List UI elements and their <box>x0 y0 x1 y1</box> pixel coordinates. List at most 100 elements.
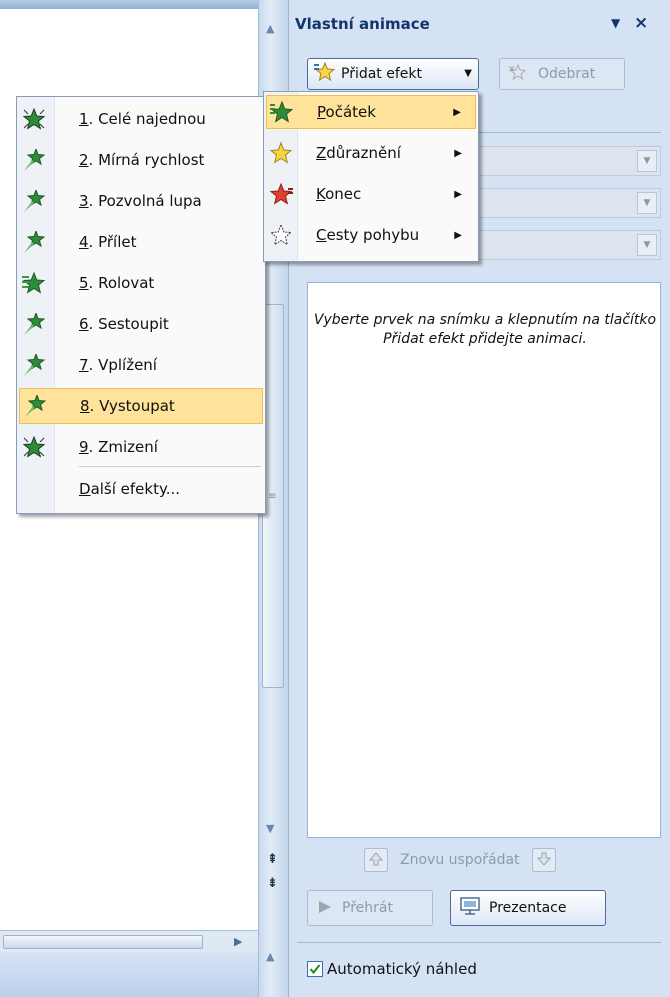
status-area <box>0 952 258 997</box>
menu-item-label: 1. Celé najednou <box>79 110 206 128</box>
menu-item-label: 7. Vplížení <box>79 356 157 374</box>
chevron-down-icon: ▼ <box>464 68 472 79</box>
add-effect-button[interactable]: Přidat efekt ▼ <box>307 58 479 90</box>
submenu-arrow-icon: ▶ <box>454 147 462 159</box>
appear-icon <box>19 436 49 458</box>
reorder-row: Znovu uspořádat <box>364 846 556 874</box>
more-effects-item[interactable]: Další efekty... <box>19 471 263 507</box>
menu-item-label: 5. Rolovat <box>79 274 154 292</box>
fly-star-icon <box>19 190 49 212</box>
horizontal-scrollbar[interactable]: ▶ <box>0 930 258 952</box>
grip-icon: ≡ <box>268 491 277 502</box>
add-effect-star-icon <box>313 61 336 86</box>
menu-item[interactable]: Konec ▶ <box>266 177 476 211</box>
remove-label: Odebrat <box>538 66 596 82</box>
auto-preview-label: Automatický náhled <box>327 960 477 978</box>
accelerator-key: 1 <box>79 110 89 128</box>
accelerator-key: 7 <box>79 356 89 374</box>
menu-item-label: Zdůraznění <box>316 144 401 162</box>
remove-effect-icon: ✕ <box>506 62 530 86</box>
animation-hint: Vyberte prvek na snímku a klepnutím na t… <box>313 312 657 347</box>
fly-star-icon <box>19 313 49 335</box>
menu-item-label: 8. Vystoupat <box>80 397 175 415</box>
effect-types-menu: Počátek ▶ Zdůraznění ▶ Konec ▶ Cesty pohybu ▶ <box>263 91 479 262</box>
menu-item-text: . Vplížení <box>88 356 157 374</box>
accelerator-key: 2 <box>79 151 89 169</box>
menu-item-label: Konec <box>316 185 361 203</box>
menu-item[interactable]: Počátek ▶ <box>266 95 476 129</box>
play-button[interactable]: Přehrát <box>307 890 433 926</box>
accelerator-key: 8 <box>80 397 90 415</box>
accelerator-key: P <box>317 103 326 121</box>
horizontal-scroll-thumb[interactable] <box>3 935 203 949</box>
menu-item[interactable]: Zdůraznění ▶ <box>266 136 476 170</box>
scroll-down-icon[interactable]: ▼ <box>266 822 274 835</box>
menu-item-label: Počátek <box>317 103 376 121</box>
move-up-button[interactable] <box>364 848 388 872</box>
slideshow-button[interactable]: Prezentace <box>450 890 606 926</box>
pane-header: Vlastní animace ▼ × <box>289 12 670 36</box>
accelerator-key: 5 <box>79 274 89 292</box>
pane-options-icon[interactable]: ▼ <box>611 16 620 30</box>
menu-item-label: Další efekty... <box>79 480 180 498</box>
fly-star-icon <box>19 149 49 171</box>
menu-item-label: 6. Sestoupit <box>79 315 169 333</box>
ribbon-edge <box>0 0 258 9</box>
submenu-arrow-icon: ▶ <box>453 106 461 118</box>
exit-star-icon <box>266 183 296 205</box>
menu-item-label: 9. Zmizení <box>79 438 158 456</box>
fly-star-icon <box>20 395 50 417</box>
slideshow-label: Prezentace <box>489 900 567 916</box>
auto-preview-checkbox[interactable]: Automatický náhled <box>307 960 477 978</box>
menu-divider <box>79 466 261 467</box>
checkmark-icon <box>309 960 321 979</box>
chevron-down-icon[interactable]: ▼ <box>637 192 657 214</box>
checkbox[interactable] <box>307 961 323 977</box>
add-effect-label: Přidat efekt <box>341 66 422 82</box>
fly-star-icon <box>19 231 49 253</box>
menu-item-label: 2. Mírná rychlost <box>79 151 204 169</box>
menu-item[interactable]: 3. Pozvolná lupa <box>19 183 263 219</box>
menu-item[interactable]: 7. Vplížení <box>19 347 263 383</box>
menu-item[interactable]: 4. Přílet <box>19 224 263 260</box>
play-label: Přehrát <box>342 900 393 916</box>
menu-item[interactable]: 5. Rolovat <box>19 265 263 301</box>
menu-item-text: očátek <box>325 103 376 121</box>
menu-item[interactable]: 2. Mírná rychlost <box>19 142 263 178</box>
motion-path-star-icon <box>266 224 296 246</box>
close-icon[interactable]: × <box>634 13 648 33</box>
accelerator-key: C <box>316 226 327 244</box>
scroll-up-icon[interactable]: ▲ <box>266 22 274 35</box>
menu-item[interactable]: 9. Zmizení <box>19 429 263 465</box>
move-down-button[interactable] <box>531 848 556 872</box>
menu-item[interactable]: Cesty pohybu ▶ <box>266 218 476 252</box>
menu-item-text: . Pozvolná lupa <box>88 192 202 210</box>
menu-item-label: Cesty pohybu <box>316 226 419 244</box>
remove-button[interactable]: ✕ Odebrat <box>499 58 625 90</box>
play-icon <box>318 899 332 918</box>
arrow-up-icon <box>368 851 384 870</box>
chevron-down-icon[interactable]: ▼ <box>637 150 657 172</box>
scroll-up-icon[interactable]: ▲ <box>266 950 274 963</box>
accelerator-key: D <box>79 480 91 498</box>
reorder-label: Znovu uspořádat <box>400 852 520 868</box>
menu-item-text: . Rolovat <box>88 274 155 292</box>
divider <box>297 942 661 943</box>
menu-item-label: 3. Pozvolná lupa <box>79 192 202 210</box>
chevron-down-icon[interactable]: ▼ <box>637 234 657 256</box>
menu-item-text: . Sestoupit <box>88 315 169 333</box>
slideshow-icon <box>459 896 481 920</box>
wipe-star-icon <box>19 272 49 294</box>
next-slide-icon[interactable]: ⇟ <box>267 876 278 891</box>
animation-list[interactable]: Vyberte prvek na snímku a klepnutím na t… <box>307 282 661 838</box>
menu-item[interactable]: 6. Sestoupit <box>19 306 263 342</box>
menu-item[interactable]: 8. Vystoupat <box>19 388 263 424</box>
scroll-right-icon[interactable]: ▶ <box>234 935 242 948</box>
menu-item[interactable]: 1. Celé najednou <box>19 101 263 137</box>
accelerator-key: Z <box>316 144 327 162</box>
pane-title: Vlastní animace <box>295 15 430 33</box>
accelerator-key: K <box>316 185 326 203</box>
entrance-star-icon <box>267 101 297 123</box>
previous-slide-icon[interactable]: ⇞ <box>267 852 278 867</box>
menu-item-text: důraznění <box>326 144 401 162</box>
